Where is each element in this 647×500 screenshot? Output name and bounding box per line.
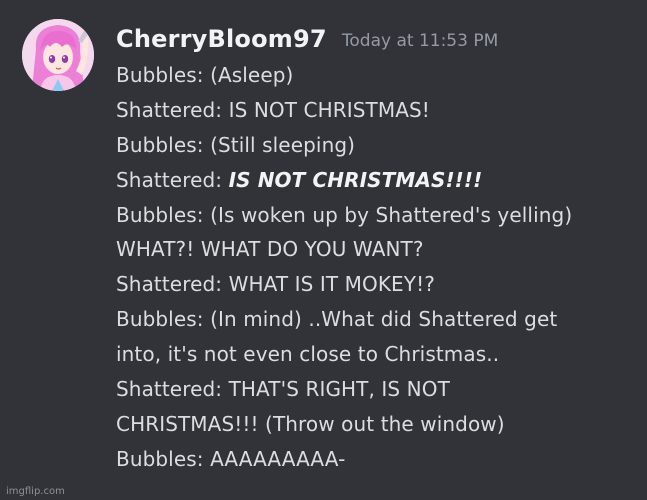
- line-text: Shattered: IS NOT CHRISTMAS!: [116, 97, 430, 122]
- message-line: Shattered: THAT'S RIGHT, IS NOT: [116, 372, 636, 407]
- message-line: CHRISTMAS!!! (Throw out the window): [116, 407, 636, 442]
- line-text: CHRISTMAS!!! (Throw out the window): [116, 411, 505, 436]
- message-line: Bubbles: (In mind) ..What did Shattered …: [116, 302, 636, 337]
- line-text: Bubbles: (Is woken up by Shattered's yel…: [116, 202, 573, 227]
- message-line: Bubbles: (Still sleeping): [116, 128, 636, 163]
- message-line: into, it's not even close to Christmas..: [116, 337, 636, 372]
- line-text: Shattered: WHAT IS IT MOKEY!?: [116, 272, 435, 297]
- line-text: Bubbles: (Still sleeping): [116, 132, 356, 157]
- timestamp[interactable]: Today at 11:53 PM: [342, 31, 498, 51]
- watermark: imgflip.com: [6, 486, 65, 497]
- user-avatar[interactable]: [22, 19, 94, 91]
- line-text: Bubbles: AAAAAAAAA-: [116, 446, 346, 471]
- message-line: Shattered: IS NOT CHRISTMAS!!!!: [116, 163, 636, 198]
- line-text: Bubbles: (Asleep): [116, 63, 294, 87]
- message-line: Shattered: IS NOT CHRISTMAS!: [116, 93, 636, 128]
- line-text: WHAT?! WHAT DO YOU WANT?: [116, 237, 424, 262]
- message-line: WHAT?! WHAT DO YOU WANT?: [116, 232, 636, 267]
- username[interactable]: CherryBloom97: [116, 25, 327, 53]
- line-text: Shattered:: [116, 167, 229, 192]
- message-line: Shattered: WHAT IS IT MOKEY!?: [116, 267, 636, 302]
- emphasized-text: IS NOT CHRISTMAS!!!!: [228, 167, 483, 192]
- message-line: Bubbles: (Is woken up by Shattered's yel…: [116, 198, 636, 233]
- message-line: Bubbles: (Asleep): [116, 58, 636, 93]
- message-header: CherryBloom97 Today at 11:53 PM: [116, 22, 498, 56]
- line-text: Shattered: THAT'S RIGHT, IS NOT: [116, 377, 450, 402]
- message-line: Bubbles: AAAAAAAAA-: [116, 442, 636, 477]
- chat-message: CherryBloom97 Today at 11:53 PM Bubbles:…: [0, 0, 647, 500]
- message-content: Bubbles: (Asleep) Shattered: IS NOT CHRI…: [116, 58, 636, 477]
- line-text: Bubbles: (In mind) ..What did Shattered …: [116, 307, 558, 332]
- line-text: into, it's not even close to Christmas..: [116, 342, 500, 367]
- anime-avatar-icon: [22, 19, 94, 91]
